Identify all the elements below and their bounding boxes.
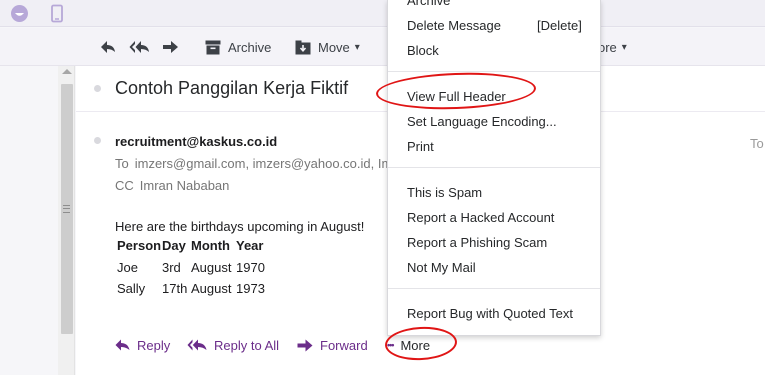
menu-divider bbox=[388, 167, 600, 168]
reply-button[interactable]: Reply bbox=[115, 336, 170, 354]
menu-divider bbox=[388, 288, 600, 289]
table-cell: August bbox=[191, 280, 232, 296]
menu-item-delete-message[interactable]: Delete Message [Delete] bbox=[407, 18, 587, 33]
to-recipients[interactable]: imzers@gmail.com, imzers@yahoo.co.id, Im bbox=[135, 156, 393, 171]
chevron-down-icon: ▾ bbox=[354, 41, 360, 53]
forward-label: Forward bbox=[320, 337, 368, 353]
delete-message-label: Delete Message bbox=[407, 18, 501, 33]
top-app-bar bbox=[0, 0, 765, 27]
reply-arrow-icon bbox=[101, 41, 115, 53]
mobile-icon[interactable] bbox=[46, 3, 68, 23]
table-row: Sally 17th August 1973 bbox=[117, 278, 265, 299]
table-cell: 3rd bbox=[162, 259, 181, 275]
archive-toolbar-button[interactable]: Archive bbox=[205, 36, 271, 58]
menu-item-not-my-mail[interactable]: Not My Mail bbox=[407, 260, 476, 275]
reply-all-button[interactable]: Reply to All bbox=[187, 336, 279, 354]
message-toolbar: Archive Move ▾ ore ▾ bbox=[0, 28, 765, 66]
forward-arrow-icon bbox=[297, 339, 313, 351]
scrollbar-grip-icon bbox=[63, 205, 70, 213]
sender-address[interactable]: recruitment@kaskus.co.id bbox=[115, 134, 277, 149]
table-header: Day bbox=[162, 238, 186, 253]
menu-divider bbox=[388, 71, 600, 72]
table-header-row: Person Day Month Year bbox=[117, 235, 265, 257]
move-toolbar-button[interactable]: Move ▾ bbox=[295, 36, 360, 58]
more-toolbar-button[interactable]: ore ▾ bbox=[598, 36, 627, 58]
smiley-icon[interactable] bbox=[8, 3, 30, 23]
more-actions-menu: Archive Delete Message [Delete] Block Vi… bbox=[387, 0, 601, 336]
reply-all-arrow-icon bbox=[129, 41, 149, 53]
move-label: Move bbox=[318, 39, 350, 55]
reply-arrow-icon bbox=[115, 339, 130, 350]
table-cell: 1973 bbox=[236, 280, 265, 296]
table-header: Year bbox=[236, 238, 264, 253]
menu-item-print[interactable]: Print bbox=[407, 139, 434, 154]
table-header: Month bbox=[191, 238, 230, 253]
body-intro-text: Here are the birthdays upcoming in Augus… bbox=[115, 219, 365, 234]
table-header: Person bbox=[117, 238, 162, 253]
right-to-label: To bbox=[750, 136, 764, 151]
chevron-down-icon: ▾ bbox=[621, 41, 627, 53]
cc-recipients[interactable]: Imran Nababan bbox=[140, 178, 230, 193]
menu-item-archive[interactable]: Archive bbox=[407, 0, 450, 8]
archive-label: Archive bbox=[228, 39, 272, 55]
table-cell: Sally bbox=[117, 280, 146, 296]
to-line: To imzers@gmail.com, imzers@yahoo.co.id, … bbox=[115, 156, 392, 171]
unread-dot-icon bbox=[94, 85, 101, 92]
cc-label: CC bbox=[115, 178, 134, 193]
to-label: To bbox=[115, 156, 129, 171]
table-cell: Joe bbox=[117, 259, 138, 275]
birthday-table: Person Day Month Year Joe 3rd August 197… bbox=[117, 235, 265, 299]
reply-all-arrow-icon bbox=[187, 339, 207, 350]
reply-label: Reply bbox=[137, 337, 171, 353]
menu-item-block[interactable]: Block bbox=[407, 43, 439, 58]
table-cell: 17th bbox=[162, 280, 188, 296]
back-button[interactable] bbox=[100, 36, 116, 58]
forward-button[interactable]: Forward bbox=[297, 336, 368, 354]
cc-line: CC Imran Nababan bbox=[115, 178, 229, 193]
menu-item-set-language-encoding[interactable]: Set Language Encoding... bbox=[407, 114, 557, 129]
forward-arrow-icon bbox=[163, 41, 178, 53]
menu-item-report-hacked-account[interactable]: Report a Hacked Account bbox=[407, 210, 554, 225]
menu-item-report-phishing-scam[interactable]: Report a Phishing Scam bbox=[407, 235, 547, 250]
menu-item-this-is-spam[interactable]: This is Spam bbox=[407, 185, 482, 200]
table-row: Joe 3rd August 1970 bbox=[117, 257, 265, 278]
move-folder-icon bbox=[295, 40, 311, 54]
delete-shortcut-label: [Delete] bbox=[537, 18, 582, 33]
table-cell: August bbox=[191, 259, 232, 275]
sender-dot-icon bbox=[94, 137, 101, 144]
reply-all-label: Reply to All bbox=[214, 337, 280, 353]
message-subject: Contoh Panggilan Kerja Fiktif bbox=[115, 78, 349, 98]
forward-toolbar-button[interactable] bbox=[162, 36, 179, 58]
menu-item-report-bug-quoted-text[interactable]: Report Bug with Quoted Text bbox=[407, 306, 573, 321]
scroll-up-arrow-icon[interactable] bbox=[62, 69, 72, 74]
table-cell: 1970 bbox=[236, 259, 265, 275]
archive-box-icon bbox=[205, 40, 221, 54]
reply-all-toolbar-button[interactable] bbox=[129, 36, 150, 58]
